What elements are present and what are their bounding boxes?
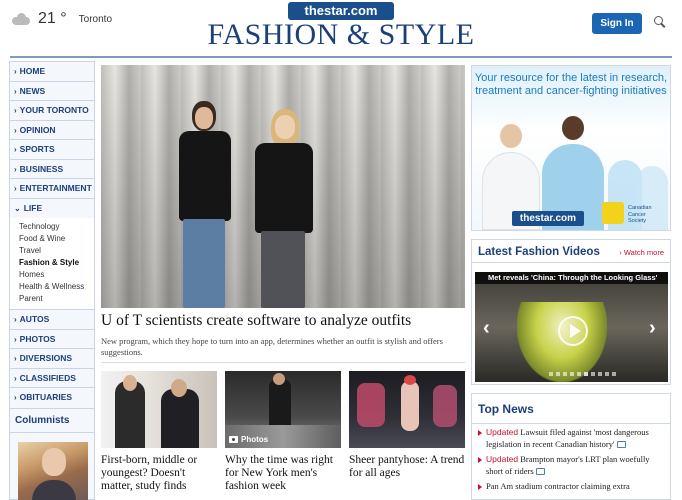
page-title: FASHION & STYLE <box>207 18 475 51</box>
watch-more-link[interactable]: › Watch more <box>619 248 664 257</box>
updated-tag: Updated <box>486 454 519 464</box>
header-divider <box>10 56 672 58</box>
carousel-dot[interactable] <box>598 372 602 376</box>
life-subnav: Technology Food & Wine Travel Fashion & … <box>10 218 94 310</box>
chevron-right-icon: › <box>14 184 17 193</box>
nav-item-sports[interactable]: › SPORTS <box>10 140 94 160</box>
chevron-down-icon: ⌄ <box>14 203 21 213</box>
nav-item-life[interactable]: ⌄ LIFE <box>10 199 94 219</box>
latest-videos-panel: Latest Fashion Videos › Watch more Met r… <box>471 239 671 385</box>
chevron-right-icon: › <box>14 125 17 135</box>
nav-item-obituaries[interactable]: › OBITUARIES <box>10 388 94 408</box>
divider <box>101 362 465 363</box>
daffodil-logo-icon <box>602 202 624 224</box>
subnav-item-parent[interactable]: Parent <box>19 293 94 305</box>
nav-item-opinion[interactable]: › OPINION <box>10 121 94 140</box>
comment-icon[interactable] <box>616 441 626 449</box>
chevron-right-icon: › <box>14 67 17 76</box>
advertisement[interactable]: Your resource for the latest in research… <box>471 65 671 231</box>
news-item[interactable]: Pan Am stadium contractor claiming extra <box>472 478 670 494</box>
columnists-heading[interactable]: Columnists <box>10 409 94 433</box>
carousel-dot[interactable] <box>591 372 595 376</box>
chevron-right-icon: › <box>14 164 17 174</box>
story-title[interactable]: Sheer pantyhose: A trend for all ages <box>349 454 465 480</box>
nav-item-business[interactable]: › BUSINESS <box>10 160 94 179</box>
nav-item-diversions[interactable]: › DIVERSIONS <box>10 349 94 369</box>
video-player[interactable]: Met reveals 'China: Through the Looking … <box>475 272 668 382</box>
chevron-right-icon: › <box>14 86 17 96</box>
nav-item-entertainment[interactable]: › ENTERTAINMENT <box>10 179 94 199</box>
hero-headline[interactable]: U of T scientists create software to ana… <box>101 312 465 330</box>
columnists-panel: Columnists <box>9 408 95 500</box>
camera-icon <box>229 436 238 443</box>
story-title[interactable]: Why the time was right for New York men'… <box>225 454 341 493</box>
top-news-heading[interactable]: Top News <box>472 394 670 424</box>
top-news-panel: Top News Updated Lawsuit filed against '… <box>471 393 671 500</box>
videos-heading[interactable]: Latest Fashion Videos <box>478 246 600 258</box>
chevron-right-icon: › <box>14 334 17 344</box>
carousel-dot[interactable] <box>577 372 581 376</box>
carousel-dot[interactable] <box>549 372 553 376</box>
search-icon[interactable] <box>654 16 666 28</box>
carousel-dot[interactable] <box>563 372 567 376</box>
story-thumbnail[interactable] <box>349 371 465 448</box>
updated-tag: Updated <box>486 427 519 437</box>
subnav-item-health-wellness[interactable]: Health & Wellness <box>19 281 94 293</box>
nav-item-home[interactable]: › HOME <box>10 62 94 82</box>
story-title[interactable]: First-born, middle or youngest? Doesn't … <box>101 454 217 493</box>
nav-item-news[interactable]: › NEWS <box>10 82 94 101</box>
subnav-item-homes[interactable]: Homes <box>19 269 94 281</box>
columnist-photo[interactable] <box>18 442 88 500</box>
chevron-right-icon: › <box>14 315 17 324</box>
story-thumbnail[interactable]: Photos <box>225 371 341 448</box>
subnav-item-technology[interactable]: Technology <box>19 221 94 233</box>
chevron-left-icon[interactable]: ‹ <box>483 317 490 340</box>
hero-summary: New program, which they hope to turn int… <box>101 336 443 357</box>
play-icon[interactable] <box>558 316 588 346</box>
subnav-item-fashion-style[interactable]: Fashion & Style <box>19 257 94 269</box>
comment-icon[interactable] <box>535 468 545 476</box>
carousel-dot[interactable] <box>584 372 588 376</box>
carousel-dots[interactable] <box>549 372 616 376</box>
chevron-right-icon: › <box>14 354 17 363</box>
chevron-right-icon: › <box>14 373 17 383</box>
story-thumbnail[interactable] <box>101 371 217 448</box>
ad-logo: thestar.com <box>512 211 584 226</box>
photos-badge: Photos <box>229 435 268 444</box>
subnav-item-travel[interactable]: Travel <box>19 245 94 257</box>
news-item[interactable]: Updated Brampton mayor's LRT plan woeful… <box>472 451 670 478</box>
person-figure <box>175 101 235 308</box>
story-card[interactable]: Sheer pantyhose: A trend for all ages <box>349 371 465 480</box>
nav-item-classifieds[interactable]: › CLASSIFIEDS <box>10 369 94 388</box>
nav-item-autos[interactable]: › AUTOS <box>10 310 94 330</box>
subnav-item-food-wine[interactable]: Food & Wine <box>19 233 94 245</box>
nav-item-photos[interactable]: › PHOTOS <box>10 330 94 349</box>
story-card[interactable]: First-born, middle or youngest? Doesn't … <box>101 371 217 493</box>
ad-copy: Your resource for the latest in research… <box>474 72 668 97</box>
carousel-dot[interactable] <box>605 372 609 376</box>
chevron-right-icon: › <box>14 106 17 115</box>
carousel-dot[interactable] <box>570 372 574 376</box>
nav-item-your-toronto[interactable]: › YOUR TORONTO <box>10 101 94 121</box>
sign-in-button[interactable]: Sign In <box>592 13 642 34</box>
carousel-dot[interactable] <box>556 372 560 376</box>
story-card[interactable]: Photos Why the time was right for New Yo… <box>225 371 341 493</box>
hero-image[interactable] <box>101 65 465 308</box>
chevron-right-icon: › <box>14 145 17 154</box>
chevron-right-icon[interactable]: › <box>649 317 656 340</box>
person-figure <box>249 109 319 308</box>
news-item[interactable]: Updated Lawsuit filed against 'most dang… <box>472 424 670 451</box>
ad-sponsor: Canadian Cancer Society <box>628 205 652 224</box>
video-title: Met reveals 'China: Through the Looking … <box>475 272 668 284</box>
sidebar-nav: › HOME › NEWS › YOUR TORONTO › OPINION › SPOR… <box>9 61 95 409</box>
chevron-right-icon: › <box>14 393 17 402</box>
carousel-dot[interactable] <box>612 372 616 376</box>
